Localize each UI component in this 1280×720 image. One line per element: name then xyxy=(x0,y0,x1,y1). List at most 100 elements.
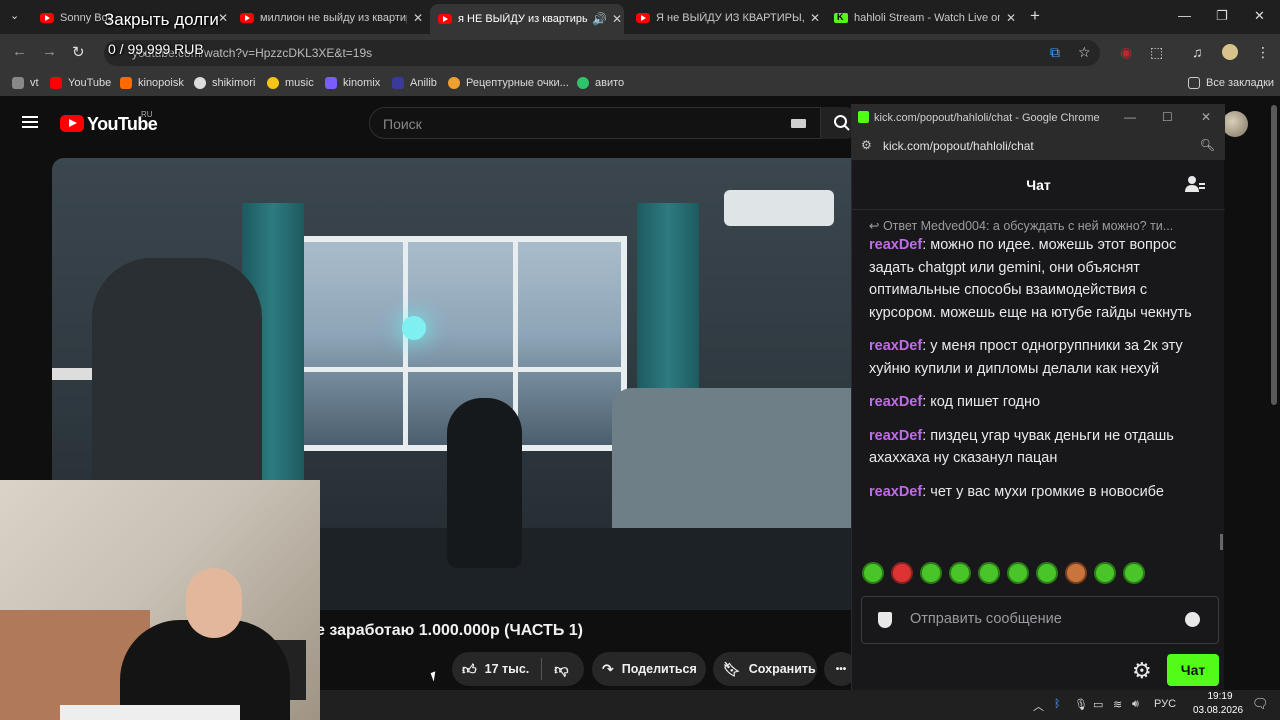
more-dots-icon: ••• xyxy=(835,663,847,675)
address-bar[interactable]: youtube.com/watch?v=HpzzcDKL3XE&t=19s xyxy=(104,40,1100,66)
bookmark-shikimori[interactable]: shikimori xyxy=(194,77,255,89)
chat-text: код пишет годно xyxy=(930,394,1041,410)
folder-icon xyxy=(1188,77,1200,89)
emote-icon[interactable] xyxy=(949,562,971,584)
youtube-logo-icon[interactable] xyxy=(60,115,84,132)
chat-username[interactable]: reaxDef xyxy=(869,237,922,253)
emote-icon[interactable] xyxy=(1007,562,1029,584)
shield-icon[interactable] xyxy=(878,612,892,628)
emote-icon[interactable] xyxy=(1123,562,1145,584)
bookmark-label: авито xyxy=(595,77,625,89)
chat-username[interactable]: reaxDef xyxy=(869,428,922,444)
browser-tab-3-active[interactable]: я НЕ ВЫЙДУ из квартиры, 🔊 ✕ xyxy=(430,4,624,34)
browser-tab-4[interactable]: Я не ВЫЙДУ ИЗ КВАРТИРЫ, п ✕ xyxy=(636,5,822,31)
emote-icon[interactable] xyxy=(1065,562,1087,584)
clock-time[interactable]: 19:19 xyxy=(1196,691,1244,702)
media-controls-icon[interactable]: ♫ xyxy=(1192,44,1203,60)
tab-close-icon[interactable]: ✕ xyxy=(808,11,822,25)
bookmark-star-icon[interactable]: ☆ xyxy=(1078,44,1091,61)
menu-hamburger-icon[interactable] xyxy=(22,116,38,128)
bookmark-kinopoisk[interactable]: kinopoisk xyxy=(120,77,184,89)
bookmark-youtube[interactable]: YouTube xyxy=(50,77,111,89)
chat-users-icon[interactable] xyxy=(1185,174,1205,194)
profile-avatar-icon[interactable] xyxy=(1222,44,1238,60)
all-bookmarks-label: Все закладки xyxy=(1206,77,1275,89)
page-scrollbar[interactable] xyxy=(1270,100,1278,690)
microphone-icon[interactable]: 🎙︎ xyxy=(1074,698,1088,711)
share-button[interactable]: ↷ Поделиться xyxy=(592,652,706,686)
scrollbar-thumb[interactable] xyxy=(1271,105,1277,405)
youtube-icon xyxy=(50,77,62,89)
wifi-icon[interactable]: ≋ xyxy=(1113,698,1122,711)
emote-icon[interactable] xyxy=(1094,562,1116,584)
browser-tab-2[interactable]: миллион не выйду из квартир ✕ xyxy=(240,5,425,31)
tab-search-chevron-icon[interactable]: ⌄ xyxy=(10,9,19,22)
youtube-account-avatar[interactable] xyxy=(1222,111,1248,137)
restore-icon[interactable]: ❐ xyxy=(1216,8,1228,24)
chat-scrollbar[interactable] xyxy=(1220,534,1223,550)
emote-icon[interactable] xyxy=(891,562,913,584)
chat-username[interactable]: reaxDef xyxy=(869,394,922,410)
tab-close-icon[interactable]: ✕ xyxy=(1004,11,1018,25)
tab-title: hahloli Stream - Watch Live on xyxy=(854,12,1000,24)
back-arrow-icon[interactable]: ← xyxy=(12,43,27,60)
keyboard-icon[interactable] xyxy=(791,119,806,128)
chat-send-button[interactable]: Чат xyxy=(1167,654,1219,686)
chat-url[interactable]: kick.com/popout/hahloli/chat xyxy=(883,139,1034,153)
like-divider xyxy=(541,658,543,680)
emote-icon[interactable] xyxy=(862,562,884,584)
tab-audio-icon[interactable]: 🔊 xyxy=(592,12,607,26)
search-input[interactable]: Поиск xyxy=(369,107,821,139)
webcam-overlay xyxy=(0,480,320,720)
save-button[interactable]: 🔖︎ Сохранить xyxy=(713,652,817,686)
zoom-icon[interactable]: 🔍︎ xyxy=(1200,138,1215,152)
chat-message-input[interactable]: Отправить сообщение xyxy=(861,596,1219,644)
forward-arrow-icon[interactable]: → xyxy=(42,43,57,60)
chat-username[interactable]: reaxDef xyxy=(869,484,922,500)
thumbs-down-icon[interactable]: 👎︎ xyxy=(554,661,568,678)
extension-red-icon[interactable]: ◉ xyxy=(1120,44,1132,61)
bookmark-vt[interactable]: vt xyxy=(12,77,39,89)
window-close-icon[interactable]: ✕ xyxy=(1254,8,1265,24)
chat-maximize-icon[interactable]: ☐ xyxy=(1162,110,1173,124)
browser-tab-5[interactable]: hahloli Stream - Watch Live on ✕ xyxy=(834,5,1018,31)
clock-date[interactable]: 03.08.2026 xyxy=(1184,705,1252,716)
new-tab-button[interactable]: + xyxy=(1030,6,1040,26)
like-button[interactable]: 👍︎ 17 тыс. xyxy=(452,661,529,678)
extensions-puzzle-icon[interactable]: ⬚ xyxy=(1150,44,1163,61)
cast-icon[interactable]: ⧉ xyxy=(1050,44,1060,61)
youtube-favicon-icon xyxy=(438,14,452,24)
bookmark-avito[interactable]: авито xyxy=(577,77,624,89)
battery-icon[interactable]: ▭ xyxy=(1093,698,1103,711)
chat-minimize-icon[interactable]: — xyxy=(1124,110,1136,124)
chat-settings-gear-icon[interactable]: ⚙ xyxy=(1132,658,1152,684)
browser-menu-icon[interactable]: ⋮ xyxy=(1256,44,1270,61)
all-bookmarks[interactable]: Все закладки xyxy=(1188,77,1274,89)
chat-close-icon[interactable]: ✕ xyxy=(1201,110,1211,124)
tab-close-icon[interactable]: ✕ xyxy=(610,12,624,26)
emoji-picker-icon[interactable] xyxy=(1185,612,1200,627)
tray-chevron-up-icon[interactable]: ︿ xyxy=(1033,698,1044,714)
emote-icon[interactable] xyxy=(1036,562,1058,584)
tab-title: Я не ВЫЙДУ ИЗ КВАРТИРЫ, п xyxy=(656,12,804,24)
webcam-keyboard xyxy=(60,705,240,720)
language-indicator[interactable]: РУС xyxy=(1154,698,1176,710)
emote-icon[interactable] xyxy=(978,562,1000,584)
minimize-icon[interactable]: — xyxy=(1178,8,1191,23)
bookmark-glasses[interactable]: Рецептурные очки... xyxy=(448,77,569,89)
bookmark-anilib[interactable]: Anilib xyxy=(392,77,437,89)
bluetooth-icon[interactable]: ᛒ xyxy=(1054,698,1061,710)
emote-icon[interactable] xyxy=(920,562,942,584)
windows-taskbar: ︿ ᛒ 🎙︎ ▭ ≋ 🔊︎ РУС 19:19 03.08.2026 🗨︎ xyxy=(320,690,1280,720)
notifications-icon[interactable]: 🗨︎ xyxy=(1252,696,1269,712)
chat-username[interactable]: reaxDef xyxy=(869,338,922,354)
site-settings-icon[interactable]: ⚙ xyxy=(861,138,872,152)
tab-close-icon[interactable]: ✕ xyxy=(411,11,425,25)
volume-icon[interactable]: 🔊︎ xyxy=(1132,698,1139,711)
bookmark-music[interactable]: music xyxy=(267,77,314,89)
video-frame-person-at-desk xyxy=(92,258,262,518)
bookmark-kinomix[interactable]: kinomix xyxy=(325,77,380,89)
chat-message: reaxDef: у меня прост одногруппники за 2… xyxy=(869,335,1209,380)
share-arrow-icon: ↷ xyxy=(602,660,614,677)
reload-icon[interactable]: ↻ xyxy=(72,43,85,61)
